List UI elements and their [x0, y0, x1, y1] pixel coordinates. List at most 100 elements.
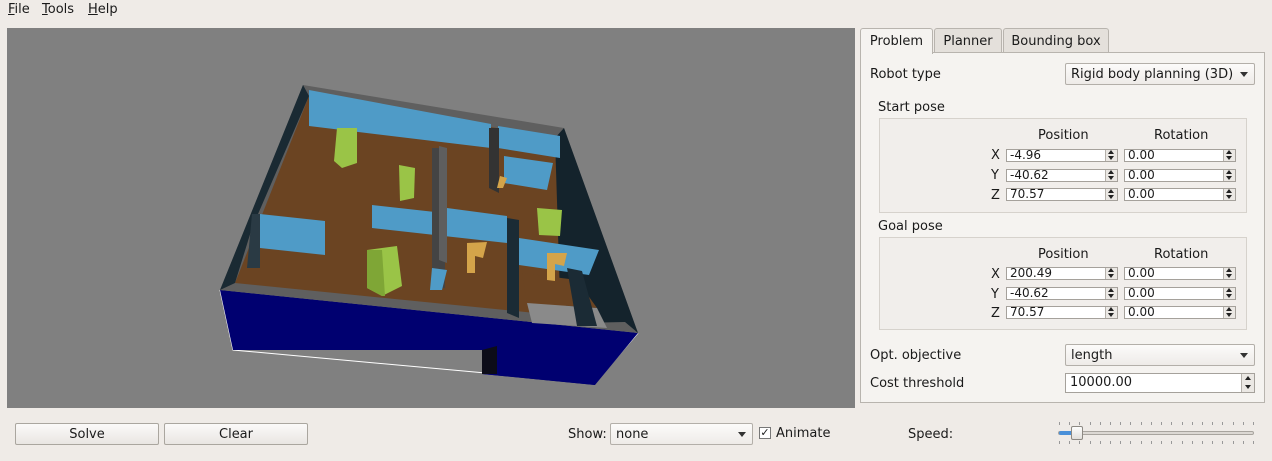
slider-tick	[1120, 422, 1122, 425]
slider-tick	[1201, 422, 1203, 425]
3d-viewport[interactable]	[7, 28, 855, 408]
clear-button[interactable]: Clear	[164, 423, 308, 445]
slider-tick	[1069, 422, 1071, 425]
goal-position-header: Position	[1038, 247, 1089, 262]
spinner-arrows-icon[interactable]	[1105, 307, 1117, 318]
solve-button[interactable]: Solve	[15, 423, 159, 445]
slider-tick	[1171, 441, 1173, 444]
slider-tick	[1079, 441, 1081, 444]
goal-z-rotation-value: 0.00	[1128, 306, 1155, 319]
speed-slider[interactable]	[1058, 431, 1254, 435]
start-y-rotation[interactable]: 0.00	[1124, 169, 1236, 182]
spinner-arrows-icon[interactable]	[1105, 170, 1117, 181]
spinner-arrows-icon[interactable]	[1223, 288, 1235, 299]
slider-tick	[1242, 441, 1244, 444]
tab-planner[interactable]: Planner	[934, 28, 1002, 53]
goal-z-position[interactable]: 70.57	[1006, 306, 1118, 319]
start-x-position[interactable]: -4.96	[1006, 149, 1118, 162]
start-y-position[interactable]: -40.62	[1006, 169, 1118, 182]
menu-file[interactable]: File	[8, 2, 30, 17]
spinner-arrows-icon[interactable]	[1223, 307, 1235, 318]
goal-z-rotation[interactable]: 0.00	[1124, 306, 1236, 319]
spinner-arrows-icon[interactable]	[1223, 189, 1235, 200]
goal-z-position-value: 70.57	[1010, 306, 1045, 319]
cost-threshold-label: Cost threshold	[870, 376, 965, 391]
goal-x-rotation-value: 0.00	[1128, 267, 1155, 280]
spinner-arrows-icon[interactable]	[1223, 268, 1235, 279]
goal-y-position-value: -40.62	[1010, 287, 1049, 300]
show-value: none	[616, 426, 649, 442]
slider-tick	[1212, 441, 1214, 444]
start-position-header: Position	[1038, 128, 1089, 143]
start-y-position-value: -40.62	[1010, 169, 1049, 182]
start-x-rotation[interactable]: 0.00	[1124, 149, 1236, 162]
start-x-rotation-value: 0.00	[1128, 149, 1155, 162]
slider-tick	[1161, 422, 1163, 425]
spinner-arrows-icon[interactable]	[1241, 374, 1254, 392]
start-y-rotation-value: 0.00	[1128, 169, 1155, 182]
slider-tick	[1150, 441, 1152, 444]
goal-x-rotation[interactable]: 0.00	[1124, 267, 1236, 280]
spinner-arrows-icon[interactable]	[1105, 189, 1117, 200]
slider-tick	[1089, 422, 1091, 425]
spinner-arrows-icon[interactable]	[1223, 150, 1235, 161]
start-z-rotation-value: 0.00	[1128, 188, 1155, 201]
start-x-position-value: -4.96	[1010, 149, 1042, 162]
speed-label: Speed:	[908, 427, 954, 442]
slider-tick	[1059, 441, 1060, 444]
slider-tick	[1232, 422, 1234, 425]
menu-tools[interactable]: Tools	[42, 2, 74, 17]
slider-tick	[1212, 422, 1214, 425]
robot-type-value: Rigid body planning (3D)	[1071, 66, 1234, 82]
slider-tick	[1191, 422, 1193, 425]
start-y-label: Y	[991, 168, 999, 183]
animate-checkbox[interactable]: ✓	[759, 427, 771, 439]
slider-tick	[1242, 422, 1244, 425]
goal-y-rotation-value: 0.00	[1128, 287, 1155, 300]
spinner-arrows-icon[interactable]	[1105, 288, 1117, 299]
slider-tick	[1110, 422, 1112, 425]
environment-render	[219, 85, 639, 385]
show-label: Show:	[568, 427, 607, 442]
cost-threshold-value: 10000.00	[1070, 375, 1133, 390]
slider-tick	[1079, 422, 1081, 425]
menu-help[interactable]: Help	[88, 2, 118, 17]
slider-tick	[1099, 441, 1101, 444]
slider-tick	[1140, 422, 1142, 425]
start-z-position-value: 70.57	[1010, 188, 1045, 201]
goal-y-label: Y	[991, 287, 999, 302]
start-pose-title: Start pose	[878, 100, 945, 115]
goal-y-rotation[interactable]: 0.00	[1124, 287, 1236, 300]
start-z-rotation[interactable]: 0.00	[1124, 188, 1236, 201]
tab-problem[interactable]: Problem	[860, 28, 933, 54]
slider-tick	[1059, 422, 1060, 425]
goal-x-position[interactable]: 200.49	[1006, 267, 1118, 280]
slider-tick	[1181, 422, 1183, 425]
goal-x-label: X	[991, 267, 1000, 282]
slider-tick	[1089, 441, 1091, 444]
slider-tick	[1191, 441, 1193, 444]
spinner-arrows-icon[interactable]	[1105, 268, 1117, 279]
show-select[interactable]: none	[610, 423, 753, 445]
opt-objective-select[interactable]: length	[1065, 344, 1255, 366]
slider-tick	[1130, 441, 1132, 444]
spinner-arrows-icon[interactable]	[1223, 170, 1235, 181]
slider-tick	[1253, 422, 1254, 425]
start-z-position[interactable]: 70.57	[1006, 188, 1118, 201]
goal-rotation-header: Rotation	[1154, 247, 1209, 262]
opt-objective-value: length	[1071, 347, 1113, 363]
tab-bounding-box[interactable]: Bounding box	[1003, 28, 1109, 53]
slider-tick	[1171, 422, 1173, 425]
slider-tick	[1201, 441, 1203, 444]
robot-type-select[interactable]: Rigid body planning (3D)	[1065, 63, 1255, 85]
robot-type-label: Robot type	[870, 67, 941, 82]
goal-y-position[interactable]: -40.62	[1006, 287, 1118, 300]
slider-tick	[1140, 441, 1142, 444]
slider-tick	[1222, 441, 1224, 444]
cost-threshold-field[interactable]: 10000.00	[1065, 373, 1255, 393]
speed-slider-handle[interactable]	[1070, 426, 1083, 440]
slider-tick	[1150, 422, 1152, 425]
spinner-arrows-icon[interactable]	[1105, 150, 1117, 161]
slider-tick	[1110, 441, 1112, 444]
slider-tick	[1130, 422, 1132, 425]
